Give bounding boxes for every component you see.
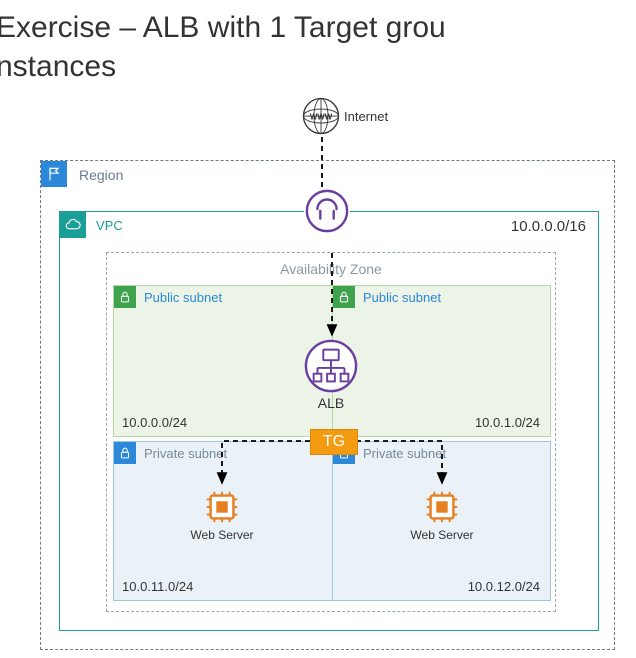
load-balancer-icon xyxy=(304,339,358,393)
globe-icon: WWW xyxy=(300,95,342,137)
flag-icon xyxy=(41,161,67,187)
alb-node: ALB xyxy=(303,339,359,411)
lock-icon xyxy=(114,286,136,308)
web-server-right: Web Server xyxy=(397,488,487,542)
internet-label: Internet xyxy=(344,109,388,124)
target-group-badge: TG xyxy=(310,429,358,455)
vpc-label: VPC xyxy=(96,218,123,233)
public-subnet-right: Public subnet 10.0.1.0/24 xyxy=(332,285,551,437)
page-title: Exercise – ALB with 1 Target grou nstanc… xyxy=(0,8,446,86)
title-line-2: nstances xyxy=(0,50,116,83)
internet-gateway-icon xyxy=(304,188,350,234)
region-container: Region VPC 10.0.0.0/16 Availability Zone xyxy=(40,160,615,650)
server-label: Web Server xyxy=(397,528,487,542)
server-label: Web Server xyxy=(177,528,267,542)
title-line-1: Exercise – ALB with 1 Target grou xyxy=(0,11,446,44)
web-server-left: Web Server xyxy=(177,488,267,542)
region-label: Region xyxy=(79,167,123,183)
lock-icon xyxy=(114,442,136,464)
target-group-label: TG xyxy=(323,433,345,451)
subnet-label: Private subnet xyxy=(144,446,227,461)
subnet-cidr: 10.0.0.0/24 xyxy=(122,415,187,430)
subnet-cidr: 10.0.12.0/24 xyxy=(468,579,540,594)
cloud-icon xyxy=(60,212,86,238)
vpc-cidr: 10.0.0.0/16 xyxy=(511,218,586,235)
subnet-label: Private subnet xyxy=(363,446,446,461)
availability-zone-container: Availability Zone Public subnet 10.0.0.0… xyxy=(106,252,556,612)
subnet-cidr: 10.0.11.0/24 xyxy=(122,579,193,594)
svg-text:WWW: WWW xyxy=(310,113,333,122)
public-subnet-left: Public subnet 10.0.0.0/24 xyxy=(113,285,332,437)
chip-icon xyxy=(203,488,241,526)
architecture-diagram: WWW Internet Region VPC 10.0.0.0/16 xyxy=(40,95,620,655)
subnet-label: Public subnet xyxy=(144,290,222,305)
chip-icon xyxy=(423,488,461,526)
lock-icon xyxy=(333,286,355,308)
subnet-label: Public subnet xyxy=(363,290,441,305)
availability-zone-label: Availability Zone xyxy=(107,261,555,277)
alb-label: ALB xyxy=(303,395,359,411)
subnet-cidr: 10.0.1.0/24 xyxy=(475,415,540,430)
vpc-container: VPC 10.0.0.0/16 Availability Zone xyxy=(59,211,599,631)
internet-node: WWW Internet xyxy=(300,95,420,137)
